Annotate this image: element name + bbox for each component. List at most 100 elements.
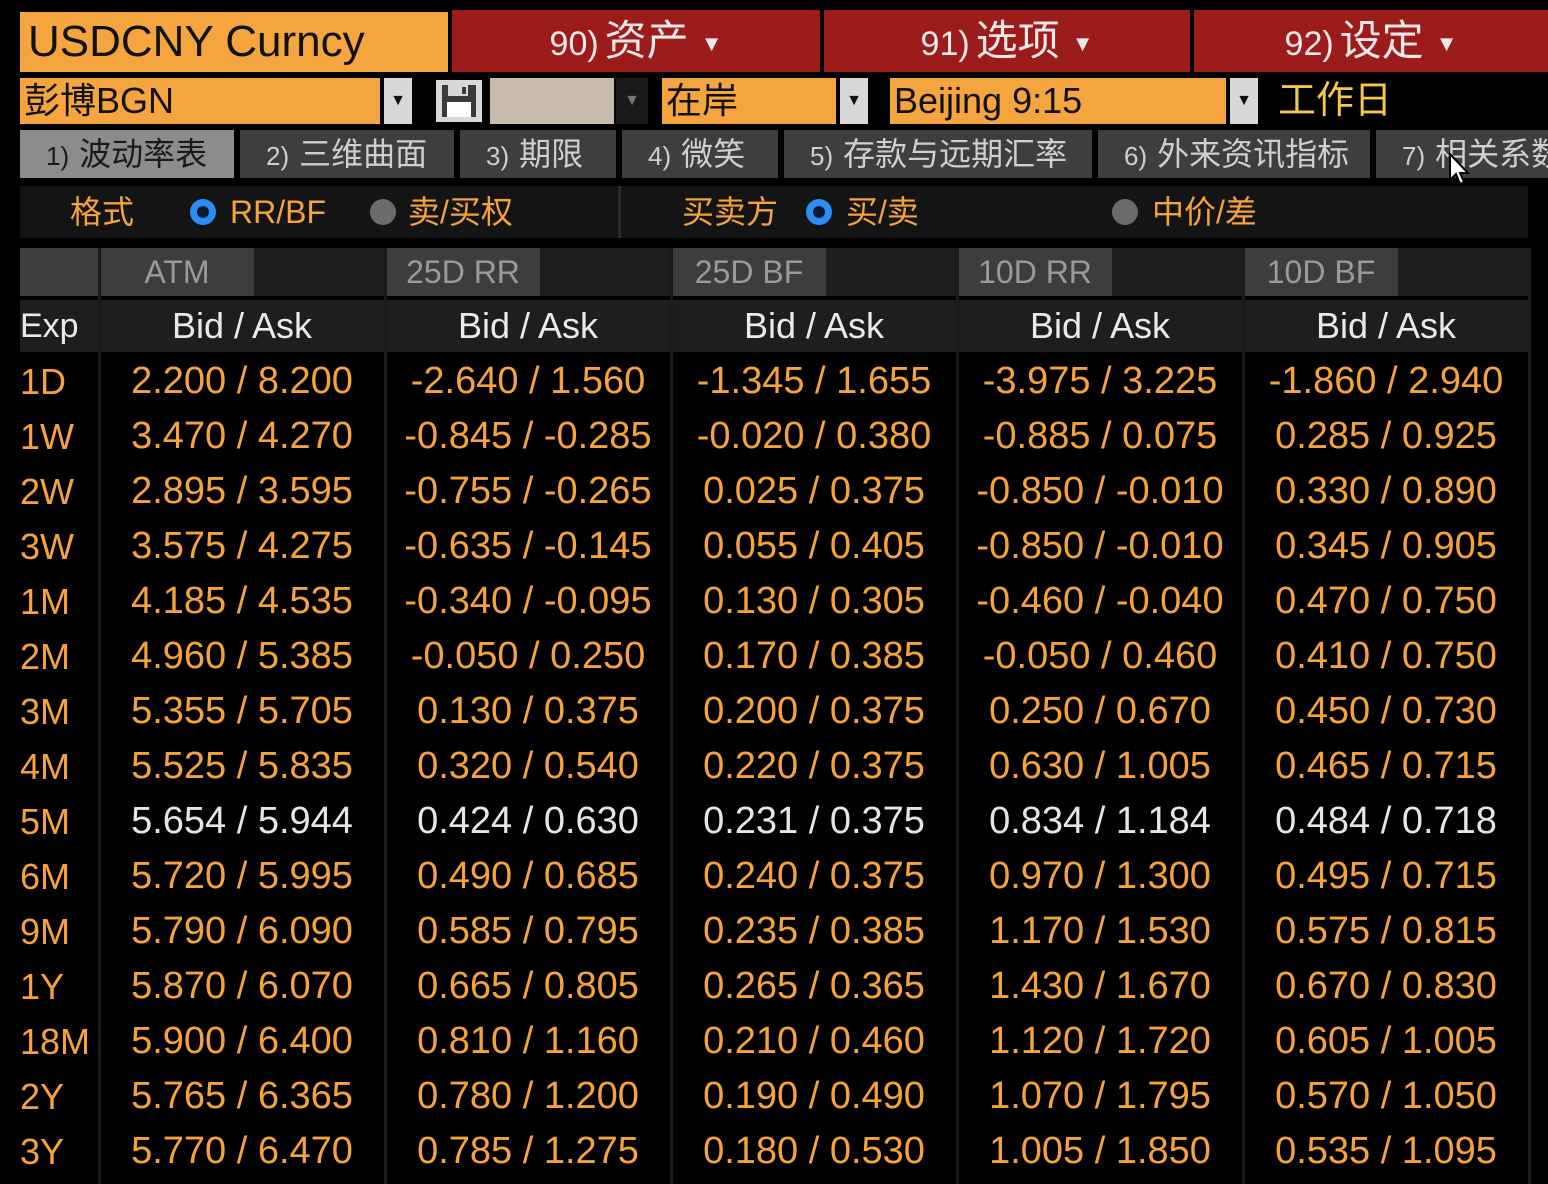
quote-cell[interactable]: -0.755 / -0.265	[386, 464, 670, 519]
quote-cell[interactable]: 0.200 / 0.375	[672, 684, 956, 739]
quote-cell[interactable]: 0.025 / 0.375	[672, 464, 956, 519]
quote-cell[interactable]: 0.320 / 0.540	[386, 739, 670, 794]
quote-cell[interactable]: -0.050 / 0.460	[958, 629, 1242, 684]
quote-cell[interactable]: 0.665 / 0.805	[386, 959, 670, 1014]
source-dropdown-arrow-icon[interactable]: ▼	[384, 78, 412, 124]
quote-cell[interactable]: -0.845 / -0.285	[386, 409, 670, 464]
quote-cell[interactable]: -1.860 / 2.940	[1244, 354, 1528, 409]
radio-rr-bf-label[interactable]: RR/BF	[230, 186, 326, 238]
quote-cell[interactable]: 0.630 / 1.005	[958, 739, 1242, 794]
quote-cell[interactable]: 0.605 / 1.005	[1244, 1014, 1528, 1069]
quote-cell[interactable]: 0.220 / 0.375	[672, 739, 956, 794]
quote-cell[interactable]: 5.720 / 5.995	[100, 849, 384, 904]
blank-field[interactable]	[490, 78, 614, 124]
quote-cell[interactable]: 0.535 / 1.095	[1244, 1124, 1528, 1179]
quote-cell[interactable]: 5.654 / 5.944	[100, 794, 384, 849]
tab-3d-surface[interactable]: 2) 三维曲面	[240, 130, 454, 178]
source-dropdown[interactable]: 彭博BGN	[20, 78, 380, 124]
quote-cell[interactable]: 0.470 / 0.750	[1244, 574, 1528, 629]
radio-rr-bf[interactable]	[190, 199, 216, 225]
quote-cell[interactable]: 1.070 / 1.795	[958, 1069, 1242, 1124]
quote-cell[interactable]: 1.430 / 1.670	[958, 959, 1242, 1014]
quote-cell[interactable]: 5.525 / 5.835	[100, 739, 384, 794]
radio-put-call[interactable]	[370, 199, 396, 225]
quote-cell[interactable]: -0.050 / 0.250	[386, 629, 670, 684]
quote-cell[interactable]: 0.575 / 0.815	[1244, 904, 1528, 959]
market-dropdown[interactable]: 在岸	[662, 78, 836, 124]
quote-cell[interactable]: 0.190 / 0.490	[672, 1069, 956, 1124]
radio-put-call-label[interactable]: 卖/买权	[408, 186, 513, 238]
quote-cell[interactable]: 1.120 / 1.720	[958, 1014, 1242, 1069]
quote-cell[interactable]: -0.020 / 0.380	[672, 409, 956, 464]
quote-cell[interactable]: 0.970 / 1.300	[958, 849, 1242, 904]
quote-cell[interactable]: 0.410 / 0.750	[1244, 629, 1528, 684]
quote-cell[interactable]: -2.640 / 1.560	[386, 354, 670, 409]
quote-cell[interactable]: 0.240 / 0.375	[672, 849, 956, 904]
menu-assets-button[interactable]: 90) 资产 ▼	[452, 10, 820, 72]
quote-cell[interactable]: 0.495 / 0.715	[1244, 849, 1528, 904]
quote-cell[interactable]: 0.250 / 0.670	[958, 684, 1242, 739]
quote-cell[interactable]: 0.490 / 0.685	[386, 849, 670, 904]
quote-cell[interactable]: 0.235 / 0.385	[672, 904, 956, 959]
quote-cell[interactable]: 3.575 / 4.275	[100, 519, 384, 574]
quote-cell[interactable]: 0.424 / 0.630	[386, 794, 670, 849]
quote-cell[interactable]: 2.200 / 8.200	[100, 354, 384, 409]
quote-cell[interactable]: 0.055 / 0.405	[672, 519, 956, 574]
quote-cell[interactable]: 0.785 / 1.275	[386, 1124, 670, 1179]
tab-smile[interactable]: 4) 微笑	[622, 130, 778, 178]
tab-exotic-indicators[interactable]: 6) 外来资讯指标	[1098, 130, 1370, 178]
quote-cell[interactable]: 0.570 / 1.050	[1244, 1069, 1528, 1124]
tab-vol-table[interactable]: 1) 波动率表	[20, 130, 234, 178]
menu-options-button[interactable]: 91) 选项 ▼	[824, 10, 1190, 72]
quote-cell[interactable]: 1.005 / 1.850	[958, 1124, 1242, 1179]
quote-cell[interactable]: 4.960 / 5.385	[100, 629, 384, 684]
quote-cell[interactable]: -0.460 / -0.040	[958, 574, 1242, 629]
market-dropdown-arrow-icon[interactable]: ▼	[840, 78, 868, 124]
quote-cell[interactable]: 5.765 / 6.365	[100, 1069, 384, 1124]
quote-cell[interactable]: 0.345 / 0.905	[1244, 519, 1528, 574]
quote-cell[interactable]: 0.810 / 1.160	[386, 1014, 670, 1069]
quote-cell[interactable]: 5.770 / 6.470	[100, 1124, 384, 1179]
radio-bid-ask-label[interactable]: 买/卖	[846, 186, 919, 238]
radio-bid-ask[interactable]	[806, 199, 832, 225]
radio-mid-spread[interactable]	[1112, 199, 1138, 225]
quote-cell[interactable]: 2.895 / 3.595	[100, 464, 384, 519]
quote-cell[interactable]: 5.870 / 6.070	[100, 959, 384, 1014]
quote-cell[interactable]: 4.185 / 4.535	[100, 574, 384, 629]
menu-settings-button[interactable]: 92) 设定 ▼	[1194, 10, 1548, 72]
quote-cell[interactable]: 0.330 / 0.890	[1244, 464, 1528, 519]
quote-cell[interactable]: 0.180 / 0.530	[672, 1124, 956, 1179]
radio-mid-spread-label[interactable]: 中价/差	[1152, 186, 1257, 238]
quote-cell[interactable]: -3.975 / 3.225	[958, 354, 1242, 409]
quote-cell[interactable]: -0.885 / 0.075	[958, 409, 1242, 464]
save-icon[interactable]	[436, 80, 482, 122]
quote-cell[interactable]: 1.170 / 1.530	[958, 904, 1242, 959]
quote-cell[interactable]: -0.850 / -0.010	[958, 464, 1242, 519]
quote-cell[interactable]: 0.130 / 0.375	[386, 684, 670, 739]
quote-cell[interactable]: 0.170 / 0.385	[672, 629, 956, 684]
quote-cell[interactable]: 0.780 / 1.200	[386, 1069, 670, 1124]
quote-cell[interactable]: 5.790 / 6.090	[100, 904, 384, 959]
quote-cell[interactable]: -0.340 / -0.095	[386, 574, 670, 629]
tab-deposits-forwards[interactable]: 5) 存款与远期汇率	[784, 130, 1092, 178]
quote-cell[interactable]: 0.130 / 0.305	[672, 574, 956, 629]
blank-dropdown-arrow-icon[interactable]: ▼	[616, 78, 648, 124]
ticker-field[interactable]: USDCNY Curncy	[20, 12, 448, 72]
quote-cell[interactable]: 0.465 / 0.715	[1244, 739, 1528, 794]
quote-cell[interactable]: 3.470 / 4.270	[100, 409, 384, 464]
quote-cell[interactable]: -0.635 / -0.145	[386, 519, 670, 574]
quote-cell[interactable]: 0.285 / 0.925	[1244, 409, 1528, 464]
quote-cell[interactable]: 5.900 / 6.400	[100, 1014, 384, 1069]
time-dropdown-arrow-icon[interactable]: ▼	[1230, 78, 1258, 124]
quote-cell[interactable]: 0.231 / 0.375	[672, 794, 956, 849]
tab-term[interactable]: 3) 期限	[460, 130, 616, 178]
quote-cell[interactable]: 0.834 / 1.184	[958, 794, 1242, 849]
quote-cell[interactable]: -0.850 / -0.010	[958, 519, 1242, 574]
quote-cell[interactable]: 0.484 / 0.718	[1244, 794, 1528, 849]
quote-cell[interactable]: 0.265 / 0.365	[672, 959, 956, 1014]
quote-cell[interactable]: 5.355 / 5.705	[100, 684, 384, 739]
quote-cell[interactable]: 0.210 / 0.460	[672, 1014, 956, 1069]
time-dropdown[interactable]: Beijing 9:15	[890, 78, 1226, 124]
quote-cell[interactable]: 0.585 / 0.795	[386, 904, 670, 959]
quote-cell[interactable]: 0.450 / 0.730	[1244, 684, 1528, 739]
